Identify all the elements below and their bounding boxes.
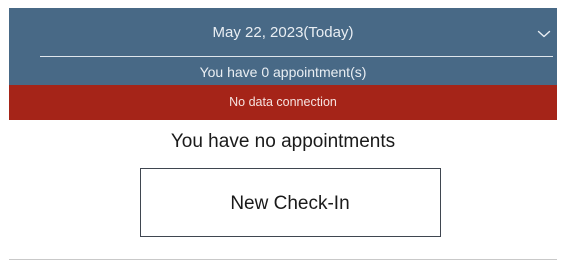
date-selector[interactable]: May 22, 2023(Today) [9,8,557,58]
appointment-count-label: You have 0 appointment(s) [199,64,367,80]
empty-state-message: You have no appointments [170,131,396,152]
new-check-in-button-label: New Check-In [230,193,350,214]
date-selector-underline [40,56,553,57]
appointments-screen: May 22, 2023(Today) You have 0 appointme… [9,8,557,260]
selected-date-label: May 22, 2023(Today) [212,24,354,41]
new-check-in-button[interactable]: New Check-In [140,168,441,237]
appointments-header: May 22, 2023(Today) You have 0 appointme… [9,8,557,85]
chevron-down-icon [537,30,551,38]
no-connection-banner: No data connection [9,85,557,120]
bottom-divider [9,259,557,260]
no-connection-message: No data connection [229,95,337,109]
